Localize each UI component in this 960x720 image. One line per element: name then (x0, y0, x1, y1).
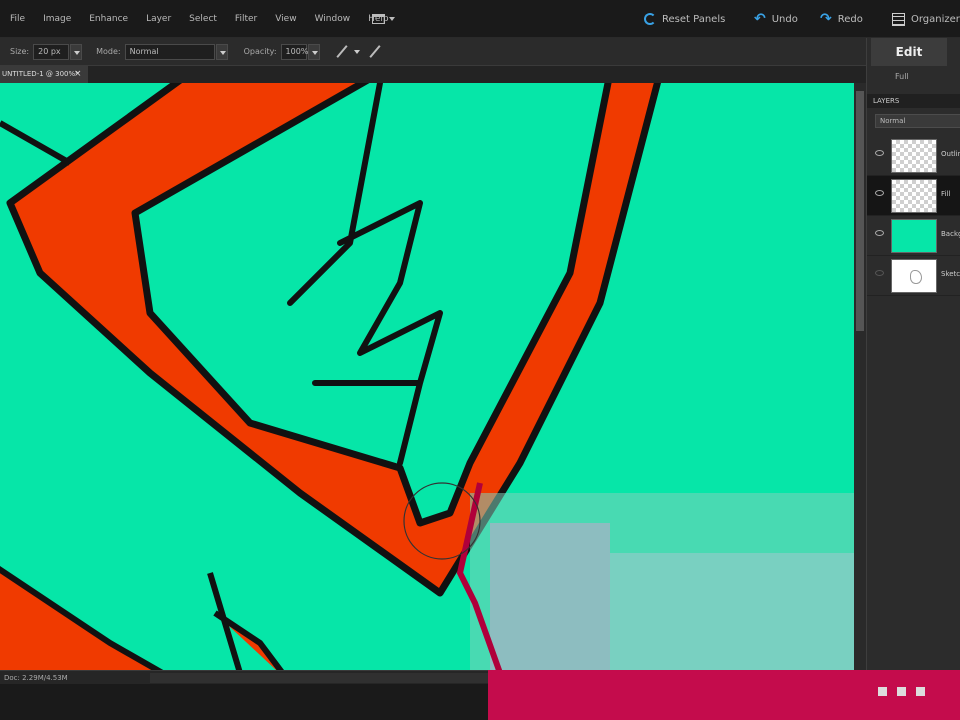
tool-options-bar: Size: 20 px Mode: Normal Opacity: 100% (0, 38, 866, 66)
menu-filter[interactable]: Filter (226, 0, 266, 38)
document-tab-label: UNTITLED-1 @ 300%* (2, 70, 79, 78)
layer-name: Background (941, 230, 960, 238)
layer-row[interactable]: Sketch (867, 256, 960, 296)
eye-icon[interactable] (875, 230, 884, 236)
tab-full[interactable]: Full (895, 72, 909, 81)
layer-thumbnail (891, 219, 937, 253)
redo-label: Redo (837, 13, 863, 25)
undo-button[interactable]: ↶ Undo (754, 0, 798, 38)
layer-row[interactable]: Outline (867, 136, 960, 176)
artwork (0, 83, 854, 670)
layer-name: Fill (941, 190, 951, 198)
size-label: Size: (10, 47, 30, 56)
canvas-vertical-scrollbar[interactable] (854, 83, 866, 670)
menu-enhance[interactable]: Enhance (80, 0, 137, 38)
jagged-outline (287, 83, 443, 466)
reset-icon (644, 13, 656, 25)
close-icon[interactable]: × (74, 66, 82, 83)
menu-view[interactable]: View (266, 0, 305, 38)
layer-name: Sketch (941, 270, 960, 278)
chevron-down-icon (389, 17, 395, 21)
delete-layer-icon[interactable] (897, 686, 906, 696)
menu-select[interactable]: Select (180, 0, 226, 38)
panel-bin: Edit Full LAYERS Normal Outline Fill Bac… (866, 38, 960, 670)
mode-label: Mode: (96, 47, 121, 56)
lower-left-fill (0, 566, 164, 670)
organizer-label: Organizer (911, 13, 960, 25)
layer-row[interactable]: Fill (867, 176, 960, 216)
airbrush-icon[interactable] (334, 44, 350, 60)
organizer-button[interactable]: Organizer (892, 0, 960, 38)
mode-dropdown[interactable] (215, 43, 228, 60)
document-tabs: UNTITLED-1 @ 300%* × (0, 66, 866, 83)
layer-thumbnail (891, 139, 937, 173)
redo-icon: ↷ (820, 11, 832, 27)
menu-bar: File Image Enhance Layer Select Filter V… (0, 0, 960, 38)
new-layer-icon[interactable] (878, 686, 887, 696)
undo-label: Undo (771, 13, 798, 25)
layer-list: Outline Fill Background Sketch (867, 136, 960, 296)
size-field[interactable]: 20 px (33, 43, 70, 60)
layer-row[interactable]: Background (867, 216, 960, 256)
mode-select[interactable]: Normal (124, 43, 215, 60)
brush-settings-icon[interactable] (367, 44, 383, 60)
drawing-canvas[interactable] (0, 83, 854, 670)
screen-mode-icon (372, 14, 385, 24)
outline-stroke (0, 120, 72, 166)
menu-file[interactable]: File (0, 0, 34, 38)
screen-mode-button[interactable] (372, 11, 404, 27)
main-menu: File Image Enhance Layer Select Filter V… (0, 0, 398, 38)
brush-options-dropdown[interactable] (351, 44, 363, 60)
organizer-icon (892, 12, 905, 26)
tab-edit[interactable]: Edit (871, 38, 947, 66)
reset-panels-label: Reset Panels (662, 13, 726, 25)
eye-icon[interactable] (875, 150, 884, 156)
undo-icon: ↶ (754, 11, 766, 27)
adjustment-layer-icon[interactable] (916, 686, 925, 696)
opacity-label: Opacity: (243, 47, 277, 56)
pixel-smear-gray (610, 553, 854, 670)
layer-thumbnail (891, 179, 937, 213)
redo-button[interactable]: ↷ Redo (820, 0, 863, 38)
menu-image[interactable]: Image (34, 0, 80, 38)
menu-window[interactable]: Window (306, 0, 360, 38)
opacity-dropdown[interactable] (307, 43, 320, 60)
opacity-field[interactable]: 100% (280, 43, 308, 60)
layers-panel-header: LAYERS (867, 94, 960, 108)
layer-actions (866, 684, 960, 698)
blend-mode-select[interactable]: Normal (875, 114, 960, 128)
size-dropdown[interactable] (70, 43, 83, 60)
lower-fill-outline (207, 572, 284, 670)
eye-icon[interactable] (875, 190, 884, 196)
layer-thumbnail (891, 259, 937, 293)
menu-layer[interactable]: Layer (137, 0, 180, 38)
eye-icon[interactable] (875, 270, 884, 276)
pixel-smear-pink (490, 523, 610, 670)
layer-name: Outline (941, 150, 960, 158)
reset-panels-button[interactable]: Reset Panels (644, 0, 725, 38)
scrollbar-thumb[interactable] (856, 91, 864, 331)
document-info: Doc: 2.29M/4.53M (4, 674, 68, 682)
